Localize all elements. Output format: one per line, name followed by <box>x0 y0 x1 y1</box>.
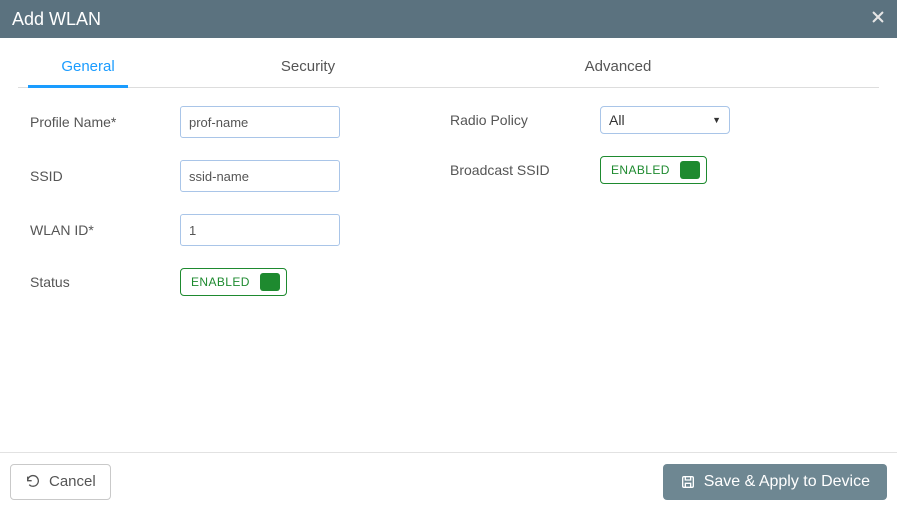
profile-name-input[interactable] <box>180 106 340 138</box>
wlan-id-label: WLAN ID* <box>30 222 180 238</box>
form-content: Profile Name* SSID WLAN ID* Status ENABL… <box>0 88 897 296</box>
save-icon <box>680 474 696 490</box>
dialog-titlebar: Add WLAN <box>0 0 897 38</box>
radio-policy-label: Radio Policy <box>450 112 600 128</box>
ssid-label: SSID <box>30 168 180 184</box>
radio-policy-select[interactable]: All ▼ <box>600 106 730 134</box>
tab-advanced[interactable]: Advanced <box>458 48 778 87</box>
broadcast-ssid-toggle[interactable]: ENABLED <box>600 156 707 184</box>
dialog-title: Add WLAN <box>12 9 101 30</box>
field-ssid: SSID <box>30 160 390 192</box>
save-apply-button[interactable]: Save & Apply to Device <box>663 464 887 500</box>
tab-label: Advanced <box>585 58 652 75</box>
status-toggle-label: ENABLED <box>191 275 250 289</box>
status-label: Status <box>30 274 180 290</box>
profile-name-label: Profile Name* <box>30 114 180 130</box>
wlan-id-input[interactable] <box>180 214 340 246</box>
field-wlan-id: WLAN ID* <box>30 214 390 246</box>
close-icon[interactable] <box>871 10 885 29</box>
tab-security[interactable]: Security <box>158 48 458 87</box>
cancel-button[interactable]: Cancel <box>10 464 111 500</box>
tab-label: General <box>61 58 114 75</box>
broadcast-ssid-label: Broadcast SSID <box>450 162 600 178</box>
right-column: Radio Policy All ▼ Broadcast SSID ENABLE… <box>450 106 810 296</box>
cancel-button-label: Cancel <box>49 473 96 490</box>
radio-policy-value: All <box>609 112 625 128</box>
chevron-down-icon: ▼ <box>712 115 721 125</box>
toggle-knob-icon <box>260 273 280 291</box>
dialog-footer: Cancel Save & Apply to Device <box>0 452 897 510</box>
tab-general[interactable]: General <box>18 48 158 87</box>
status-toggle[interactable]: ENABLED <box>180 268 287 296</box>
broadcast-ssid-toggle-label: ENABLED <box>611 163 670 177</box>
toggle-knob-icon <box>680 161 700 179</box>
ssid-input[interactable] <box>180 160 340 192</box>
field-radio-policy: Radio Policy All ▼ <box>450 106 810 134</box>
field-status: Status ENABLED <box>30 268 390 296</box>
tab-label: Security <box>281 58 335 75</box>
undo-icon <box>25 474 41 490</box>
tab-bar: General Security Advanced <box>18 48 879 88</box>
field-broadcast-ssid: Broadcast SSID ENABLED <box>450 156 810 184</box>
field-profile-name: Profile Name* <box>30 106 390 138</box>
save-apply-button-label: Save & Apply to Device <box>704 473 870 491</box>
left-column: Profile Name* SSID WLAN ID* Status ENABL… <box>30 106 390 296</box>
